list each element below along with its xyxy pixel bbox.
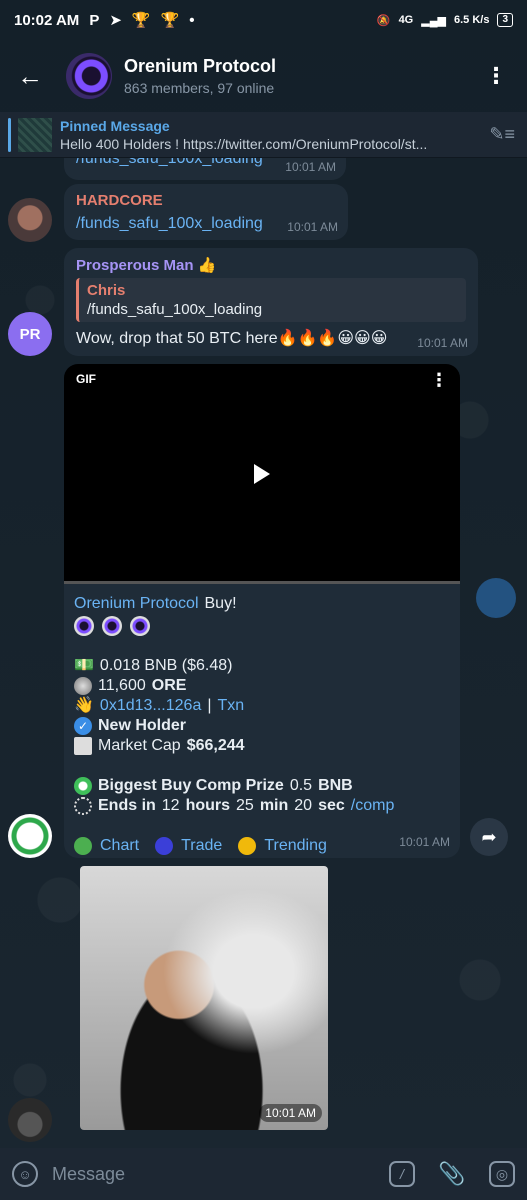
address-link[interactable]: 0x1d13...126a xyxy=(100,696,201,716)
p-icon: P xyxy=(89,11,100,29)
chart-icon xyxy=(74,837,92,855)
chart-link[interactable]: Chart xyxy=(100,836,139,856)
camera-icon[interactable]: ◎ xyxy=(489,1161,515,1187)
ends-sec: 20 xyxy=(294,797,313,814)
ends-min-unit: min xyxy=(259,797,289,814)
message-time: 10:01 AM xyxy=(259,1104,322,1122)
loading-icon xyxy=(74,797,92,815)
emoji-icon[interactable]: ☺ xyxy=(12,1161,38,1187)
market-cap-value: $66,244 xyxy=(186,737,245,754)
pinned-label: Pinned Message xyxy=(60,117,170,134)
trophy-icon: 🏆 xyxy=(160,12,180,29)
prize-unit: BNB xyxy=(318,777,353,794)
target-icon xyxy=(74,777,92,795)
ore-amount: 11,600 xyxy=(98,677,146,694)
avatar[interactable] xyxy=(8,1098,52,1142)
eye-icon xyxy=(102,616,122,636)
message-input-bar: ☺ Message / 📎 ◎ xyxy=(0,1148,527,1200)
trending-link[interactable]: Trending xyxy=(264,836,327,856)
bot-avatar[interactable] xyxy=(8,814,52,858)
more-vert-icon[interactable]: ⋮ xyxy=(485,63,507,89)
commands-icon[interactable]: / xyxy=(389,1161,415,1187)
buy-title: Buy! xyxy=(204,595,237,612)
signal-icon: ▂▄▆ xyxy=(421,14,446,27)
message-input[interactable]: Message xyxy=(52,1164,365,1185)
attach-icon[interactable]: 📎 xyxy=(438,1161,465,1187)
ends-label: Ends in xyxy=(98,797,156,814)
pinned-message-bar[interactable]: Pinned Message Hello 400 Holders ! https… xyxy=(0,112,527,158)
chat-title: Orenium Protocol xyxy=(124,56,277,76)
pinned-thumbnail xyxy=(18,117,52,152)
message-time: 10:01 AM xyxy=(417,336,468,350)
chat-header: ← Orenium Protocol 863 members, 97 onlin… xyxy=(0,40,527,112)
avatar[interactable]: PR xyxy=(8,312,52,356)
buy-message-bubble[interactable]: Orenium Protocol Buy! 💵 0.018 BNB ($6.48)… xyxy=(64,584,460,858)
ends-hours: 12 xyxy=(161,797,180,814)
new-holder: New Holder xyxy=(98,717,187,734)
telegram-icon: ➤ xyxy=(109,12,122,29)
play-icon[interactable] xyxy=(254,464,270,484)
txn-link[interactable]: Txn xyxy=(218,696,245,716)
bnb-amount: 0.018 BNB ($6.48) xyxy=(99,657,233,674)
avatar[interactable] xyxy=(8,198,52,242)
message-time: 10:01 AM xyxy=(287,220,338,234)
chat-avatar[interactable] xyxy=(66,53,112,99)
hand-icon: 👋 xyxy=(74,697,94,714)
message-text: /funds_safu_100x_loading xyxy=(76,158,263,167)
share-icon[interactable]: ➦ xyxy=(470,818,508,856)
buy-title-link[interactable]: Orenium Protocol xyxy=(74,594,199,614)
eye-icon xyxy=(74,616,94,636)
comp-link[interactable]: /comp xyxy=(351,796,395,816)
back-arrow-icon[interactable]: ← xyxy=(0,40,60,112)
photo-message[interactable]: 10:01 AM xyxy=(80,866,328,1130)
message-bubble[interactable]: HARDCORE /funds_safu_100x_loading 10:01 … xyxy=(64,184,348,240)
mute-icon: 🔕 xyxy=(376,14,391,27)
gif-player[interactable]: GIF ⋮ xyxy=(64,364,460,584)
message-time: 10:01 AM xyxy=(399,835,450,849)
message-bubble[interactable]: /funds_safu_100x_loading 10:01 AM xyxy=(64,158,346,180)
floating-dot xyxy=(476,578,516,618)
chart-up-icon xyxy=(74,737,92,755)
pin-list-icon[interactable]: ✎≡ xyxy=(489,124,515,145)
money-icon: 💵 xyxy=(74,657,94,674)
network-label: 4G xyxy=(398,14,414,26)
pinned-indicator xyxy=(8,117,11,152)
sender-name[interactable]: HARDCORE xyxy=(76,192,336,209)
pinned-text: Hello 400 Holders ! https://twitter.com/… xyxy=(60,135,428,152)
sender-name[interactable]: Prosperous Man 👍 xyxy=(76,256,466,274)
separator: | xyxy=(207,697,212,714)
reply-sender: Chris xyxy=(87,282,126,299)
reply-text: /funds_safu_100x_loading xyxy=(87,301,263,318)
speed-label: 6.5 K/s xyxy=(453,14,490,26)
market-cap-label: Market Cap xyxy=(98,737,181,754)
reply-quote[interactable]: Chris /funds_safu_100x_loading xyxy=(76,278,466,322)
message-bubble[interactable]: Prosperous Man 👍 Chris /funds_safu_100x_… xyxy=(64,248,478,356)
ore-unit: ORE xyxy=(151,677,187,694)
status-time: 10:02 AM xyxy=(14,11,80,29)
more-vert-icon[interactable]: ⋮ xyxy=(430,370,448,391)
battery-icon: 3 xyxy=(497,13,513,27)
ends-sec-unit: sec xyxy=(318,797,345,814)
dot-icon: • xyxy=(189,11,195,29)
eye-icon xyxy=(130,616,150,636)
trade-link[interactable]: Trade xyxy=(181,836,222,856)
message-time: 10:01 AM xyxy=(285,160,336,174)
prize-value: 0.5 xyxy=(289,777,313,794)
eye-emoji-row xyxy=(74,616,450,636)
ends-hours-unit: hours xyxy=(185,797,231,814)
chat-info[interactable]: Orenium Protocol 863 members, 97 online xyxy=(124,56,276,96)
message-text: Wow, drop that 50 BTC here🔥🔥🔥😀😀😀 xyxy=(76,330,388,347)
prize-label: Biggest Buy Comp Prize xyxy=(98,777,284,794)
binance-icon xyxy=(238,837,257,855)
gif-label: GIF xyxy=(76,372,96,386)
chat-subtitle: 863 members, 97 online xyxy=(124,80,275,96)
check-icon: ✓ xyxy=(74,717,92,735)
coin-icon xyxy=(74,677,92,695)
trophy-icon: 🏆 xyxy=(131,12,151,29)
status-bar: 10:02 AM P ➤ 🏆 🏆 • 🔕 4G ▂▄▆ 6.5 K/s 3 xyxy=(0,0,527,40)
ends-min: 25 xyxy=(236,797,254,814)
trade-icon xyxy=(155,837,174,855)
